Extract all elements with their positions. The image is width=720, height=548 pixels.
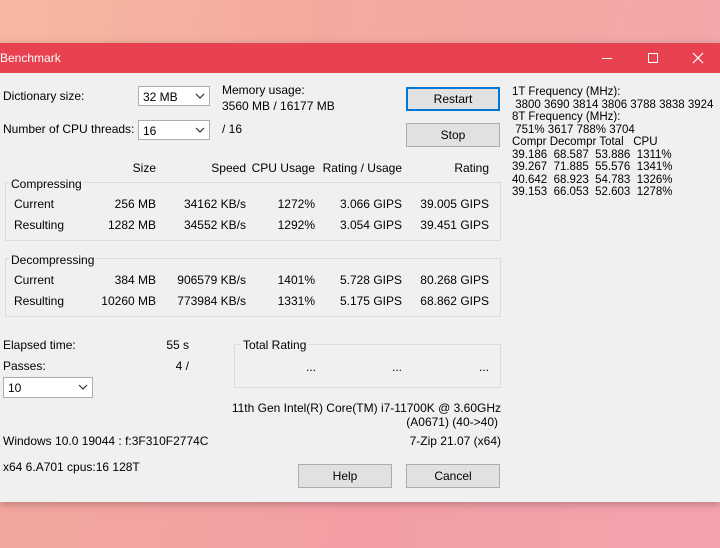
cpu-threads-value: 16 [143, 124, 157, 138]
zip-version: 7-Zip 21.07 (x64) [409, 434, 501, 448]
arch-info: x64 6.A701 cpus:16 128T [3, 460, 140, 474]
row-speed: 773984 KB/s [177, 294, 246, 308]
row-label: Current [14, 197, 55, 211]
desktop-background-bottom [0, 502, 720, 548]
row-rating: 39.451 GIPS [420, 218, 489, 232]
column-speed: Speed [211, 161, 246, 175]
row-rating: 68.862 GIPS [420, 294, 489, 308]
results-row: 40.642 68.923 54.783 1326% [512, 173, 673, 186]
close-icon [692, 52, 704, 64]
cpu-threads-max: / 16 [222, 122, 243, 136]
benchmark-window: Benchmark Dictionary size: 32 MB Memory … [0, 43, 720, 502]
passes-select-value: 10 [8, 381, 22, 395]
total-rating-value-2: ... [391, 360, 402, 374]
passes-label: Passes: [3, 359, 46, 373]
row-speed: 34162 KB/s [183, 197, 246, 211]
title-bar[interactable]: Benchmark [0, 43, 720, 73]
row-rating: 80.268 GIPS [420, 273, 489, 287]
row-rating-usage: 5.728 GIPS [339, 273, 402, 287]
row-rating-usage: 3.054 GIPS [339, 218, 402, 232]
window-title: Benchmark [0, 51, 61, 65]
column-cpu-usage: CPU Usage [251, 161, 315, 175]
decompressing-title: Decompressing [9, 253, 97, 267]
passes-select[interactable]: 10 [3, 377, 93, 398]
chevron-down-icon [195, 127, 205, 133]
cancel-button[interactable]: Cancel [406, 464, 500, 488]
minimize-icon [602, 58, 612, 59]
freq-8t-label: 8T Frequency (MHz): [512, 111, 621, 123]
row-label: Current [14, 273, 55, 287]
total-rating-value-3: ... [478, 360, 489, 374]
elapsed-time-label: Elapsed time: [3, 338, 76, 352]
stop-button[interactable]: Stop [406, 123, 500, 147]
column-rating-usage: Rating / Usage [322, 161, 402, 175]
frequency-panel: 1T Frequency (MHz): 3800 3690 3814 3806 … [512, 86, 713, 199]
memory-usage-label: Memory usage: [222, 83, 305, 97]
row-size: 1282 MB [107, 218, 156, 232]
minimize-button[interactable] [584, 43, 630, 73]
cpu-threads-select[interactable]: 16 [138, 120, 210, 140]
dictionary-size-label: Dictionary size: [3, 89, 85, 103]
passes-value: 4 / [175, 359, 189, 373]
compressing-title: Compressing [9, 177, 84, 191]
row-cpu-usage: 1401% [277, 273, 315, 287]
row-cpu-usage: 1292% [277, 218, 315, 232]
row-rating: 39.005 GIPS [420, 197, 489, 211]
cpu-threads-label: Number of CPU threads: [3, 122, 135, 136]
column-size: Size [132, 161, 156, 175]
row-size: 256 MB [114, 197, 156, 211]
results-row: 39.186 68.587 53.886 1311% [512, 148, 672, 161]
results-row: 39.153 66.053 52.603 1278% [512, 186, 673, 198]
cpu-id: (A0671) (40->40) [406, 415, 498, 429]
freq-1t-label: 1T Frequency (MHz): [512, 86, 621, 98]
row-speed: 906579 KB/s [177, 273, 246, 287]
row-speed: 34552 KB/s [183, 218, 246, 232]
chevron-down-icon [78, 384, 88, 390]
results-row: 39.267 71.885 55.576 1341% [512, 161, 673, 173]
row-cpu-usage: 1272% [277, 197, 315, 211]
maximize-icon [648, 53, 658, 63]
results-header: Compr Decompr Total CPU [512, 136, 658, 148]
row-label: Resulting [14, 218, 65, 232]
os-info: Windows 10.0 19044 : f:3F310F2774C [3, 434, 209, 448]
elapsed-time-value: 55 s [166, 338, 189, 352]
cpu-name: 11th Gen Intel(R) Core(TM) i7-11700K @ 3… [231, 401, 501, 415]
freq-1t-values: 3800 3690 3814 3806 3788 3838 3924 [512, 98, 714, 111]
column-rating: Rating [454, 161, 489, 175]
row-size: 384 MB [114, 273, 156, 287]
row-size: 10260 MB [101, 294, 156, 308]
chevron-down-icon [195, 93, 205, 99]
close-button[interactable] [676, 43, 720, 73]
dictionary-size-value: 32 MB [143, 90, 178, 104]
row-cpu-usage: 1331% [277, 294, 315, 308]
maximize-button[interactable] [630, 43, 676, 73]
total-rating-value-1: ... [305, 360, 316, 374]
row-rating-usage: 3.066 GIPS [339, 197, 402, 211]
row-rating-usage: 5.175 GIPS [339, 294, 402, 308]
total-rating-title: Total Rating [241, 338, 309, 352]
desktop-background-top [0, 0, 720, 43]
memory-usage-value: 3560 MB / 16177 MB [222, 99, 335, 113]
help-button[interactable]: Help [298, 464, 392, 488]
freq-8t-values: 751% 3617 788% 3704 [512, 123, 635, 136]
restart-button[interactable]: Restart [406, 87, 500, 111]
row-label: Resulting [14, 294, 65, 308]
dictionary-size-select[interactable]: 32 MB [138, 86, 210, 106]
